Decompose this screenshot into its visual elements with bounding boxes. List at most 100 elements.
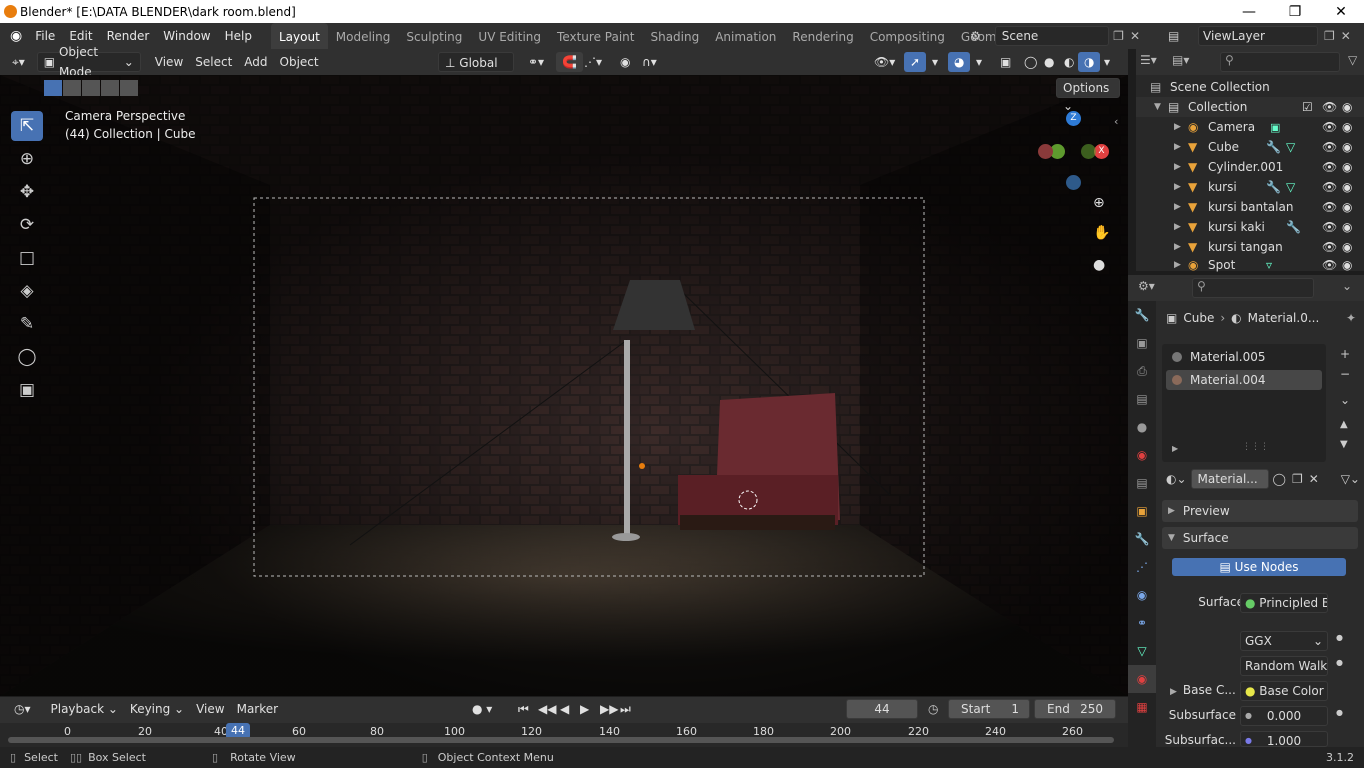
play-icon[interactable]: ▶	[574, 699, 595, 719]
tool-tab-icon[interactable]: 🔧	[1128, 301, 1156, 329]
surface-panel-header[interactable]: ▼ Surface	[1162, 527, 1358, 549]
pivot-point-icon[interactable]: ⚭▾	[522, 52, 550, 72]
move-slot-down-icon[interactable]: ▼	[1340, 439, 1348, 450]
tab-uv-editing[interactable]: UV Editing	[470, 23, 549, 49]
remove-view-layer-icon[interactable]: ✕	[1341, 29, 1351, 43]
visibility-eye-icon[interactable]: 👁	[1322, 100, 1337, 114]
material-slot-selected[interactable]: Material.004	[1166, 370, 1322, 390]
select-box-tool-icon[interactable]: ⇱	[11, 111, 43, 141]
gizmo-x-axis[interactable]: X	[1094, 144, 1109, 159]
base-color-field[interactable]: ● Base Color	[1240, 681, 1328, 701]
mesh-data-icon[interactable]: ▽	[1286, 180, 1295, 194]
render-camera-icon[interactable]: ◉	[1342, 200, 1352, 214]
tab-animation[interactable]: Animation	[707, 23, 784, 49]
outliner-row[interactable]: ▶ ▼ Cube 🔧 ▽ 👁 ◉	[1136, 137, 1364, 157]
current-frame-field[interactable]: 44	[846, 699, 918, 719]
outliner-row[interactable]: ▶ ◉ Spot ▿ 👁 ◉	[1136, 257, 1364, 273]
view-layer-name[interactable]: ViewLayer	[1198, 26, 1318, 46]
expand-arrow-icon[interactable]: ▶	[1170, 687, 1177, 697]
play-reverse-icon[interactable]: ◀	[554, 699, 575, 719]
gizmo-toggle-icon[interactable]: ➚	[904, 52, 927, 72]
render-camera-icon[interactable]: ◉	[1342, 120, 1352, 134]
outliner-row[interactable]: ▶ ▼ kursi bantalan 👁 ◉	[1136, 197, 1364, 217]
gizmo-neg-x-axis[interactable]	[1038, 144, 1053, 159]
light-data-icon[interactable]: ▿	[1266, 258, 1272, 272]
view-layer-tab-icon[interactable]: ▤	[1128, 385, 1156, 413]
menu-window[interactable]: Window	[156, 23, 217, 49]
add-slot-icon[interactable]: +	[1340, 347, 1350, 361]
scale-tool-icon[interactable]: □	[11, 243, 43, 273]
maximize-icon[interactable]: ❐	[1272, 0, 1318, 23]
shading-dropdown-icon[interactable]: ▾	[1098, 52, 1116, 72]
pan-hand-icon[interactable]: ✋	[1093, 225, 1110, 241]
blender-menu-icon[interactable]: ◉	[10, 28, 22, 44]
material-name-field[interactable]: Material...	[1190, 469, 1269, 489]
visibility-eye-icon[interactable]: 👁	[1322, 120, 1337, 134]
properties-options-icon[interactable]: ⌄	[1342, 279, 1352, 293]
outliner-row[interactable]: ▶ ▼ Cylinder.001 👁 ◉	[1136, 157, 1364, 177]
expand-arrow-icon[interactable]: ▶	[1174, 182, 1188, 192]
start-frame-field[interactable]: Start 1	[948, 699, 1030, 719]
select-intersect-icon[interactable]	[120, 80, 138, 96]
output-tab-icon[interactable]: ⎙	[1128, 357, 1156, 385]
expand-arrow-icon[interactable]: ▼	[1154, 102, 1168, 112]
socket-dot-icon[interactable]: ●	[1336, 658, 1343, 667]
new-scene-icon[interactable]: ❐	[1113, 29, 1124, 43]
overlay-dropdown-icon[interactable]: ▾	[970, 52, 988, 72]
timeline-ruler[interactable]: 0 20 40 60 80 100 120 140 160 180 200 22…	[0, 723, 1128, 747]
outliner-row[interactable]: ▶ ▼ kursi tangan 👁 ◉	[1136, 237, 1364, 257]
properties-editor-icon[interactable]: ⚙▾	[1138, 279, 1155, 293]
transform-tool-icon[interactable]: ◈	[11, 276, 43, 306]
modifier-wrench-icon[interactable]: 🔧	[1266, 140, 1281, 154]
expand-arrow-icon[interactable]: ▶	[1174, 202, 1188, 212]
render-camera-icon[interactable]: ◉	[1342, 100, 1352, 114]
filter-icon[interactable]: ▽	[1348, 53, 1357, 67]
camera-view-icon[interactable]: ●	[1093, 257, 1105, 273]
transform-orientation-dropdown[interactable]: ⊥ Global	[438, 52, 514, 72]
xray-icon[interactable]: ▣	[994, 52, 1017, 72]
tab-texture-paint[interactable]: Texture Paint	[549, 23, 642, 49]
subsurface-field[interactable]: ● 0.000	[1240, 706, 1328, 726]
close-icon[interactable]: ✕	[1318, 0, 1364, 23]
annotate-tool-icon[interactable]: ✎	[11, 309, 43, 339]
texture-tab-icon[interactable]: ▦	[1128, 693, 1156, 721]
properties-search-input[interactable]: ⚲	[1192, 278, 1314, 298]
display-mode-icon[interactable]: ▤▾	[1172, 53, 1189, 67]
minimize-icon[interactable]: —	[1226, 0, 1272, 23]
subsurface-radius-field[interactable]: ● 1.000	[1240, 731, 1328, 747]
expand-arrow-icon[interactable]: ▶	[1172, 444, 1178, 453]
editor-type-icon[interactable]: ⌖▾	[6, 52, 31, 72]
move-slot-up-icon[interactable]: ▲	[1340, 419, 1348, 430]
remove-slot-icon[interactable]: −	[1340, 367, 1350, 381]
pin-icon[interactable]: ✦	[1346, 311, 1356, 325]
visibility-eye-icon[interactable]: 👁	[1322, 160, 1337, 174]
outliner-row[interactable]: ▶ ▼ kursi kaki 🔧 👁 ◉	[1136, 217, 1364, 237]
camera-data-icon[interactable]: ▣	[1270, 121, 1280, 134]
visibility-eye-icon[interactable]: 👁	[1322, 140, 1337, 154]
tab-layout[interactable]: Layout	[270, 23, 328, 49]
outliner-search-input[interactable]: ⚲	[1220, 52, 1340, 72]
fake-user-shield-icon[interactable]: ◯	[1273, 472, 1286, 486]
subsurface-method-dropdown[interactable]: Random Walk	[1240, 656, 1328, 676]
menu-object[interactable]: Object	[274, 52, 325, 72]
preview-panel-header[interactable]: ▶ Preview	[1162, 500, 1358, 522]
collapse-sidebar-icon[interactable]: ‹	[1114, 115, 1118, 128]
outliner-collection[interactable]: ▼ ▤ Collection ☑ 👁 ◉	[1136, 97, 1364, 117]
menu-view[interactable]: View	[190, 699, 230, 719]
unlink-material-icon[interactable]: ✕	[1309, 472, 1319, 486]
tab-shading[interactable]: Shading	[642, 23, 707, 49]
object-tab-icon[interactable]: ▣	[1128, 497, 1156, 525]
menu-marker[interactable]: Marker	[231, 699, 284, 719]
snap-target-icon[interactable]: ⋰▾	[578, 52, 608, 72]
menu-playback[interactable]: Playback ⌄	[45, 699, 124, 719]
rotate-tool-icon[interactable]: ⟳	[11, 210, 43, 240]
collection-tab-icon[interactable]: ▤	[1128, 469, 1156, 497]
render-camera-icon[interactable]: ◉	[1342, 240, 1352, 254]
expand-arrow-icon[interactable]: ▶	[1174, 242, 1188, 252]
visibility-icon[interactable]: 👁▾	[868, 52, 901, 72]
material-slot[interactable]: Material.005	[1166, 347, 1322, 367]
visibility-eye-icon[interactable]: 👁	[1322, 220, 1337, 234]
falloff-icon[interactable]: ∩▾	[636, 52, 663, 72]
scene-name[interactable]: Scene	[994, 26, 1110, 46]
select-invert-icon[interactable]	[101, 80, 119, 96]
